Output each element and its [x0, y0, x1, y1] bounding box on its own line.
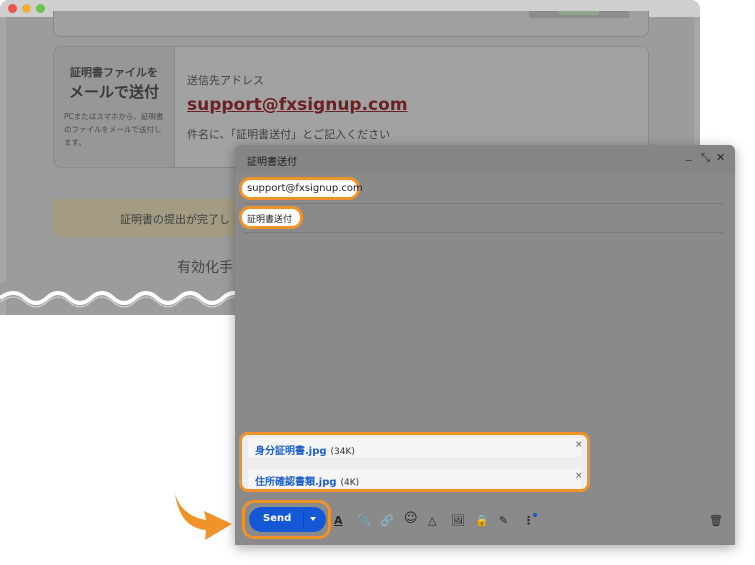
recipient-chip[interactable]: support@fxsignup.com: [247, 183, 363, 194]
certificate-method-panel: 証明書ファイルを メールで送付 PCまたはスマホから、証明書のファイルをメールで…: [54, 47, 175, 167]
subject-field[interactable]: 証明書送付: [239, 206, 303, 229]
close-icon[interactable]: ✕: [716, 152, 725, 164]
banner-text: 証明書の提出が完了し: [120, 213, 230, 226]
compose-header: 証明書送付 _ ⤡ ✕: [235, 145, 735, 173]
to-field[interactable]: support@fxsignup.com: [239, 177, 363, 200]
drive-icon[interactable]: △: [428, 515, 436, 527]
more-options-icon[interactable]: ⋮: [523, 515, 534, 527]
subject-field-divider: [245, 232, 723, 233]
attachment-item[interactable]: 身分証明書.jpg (34K) ×: [248, 438, 583, 457]
send-highlight: Send: [242, 500, 331, 539]
compose-window: 証明書送付 _ ⤡ ✕ support@fxsignup.com 証明書送付 身…: [235, 145, 735, 545]
method-description: PCまたはスマホから、証明書のファイルをメールで送付します。: [64, 112, 164, 147]
subject-text: 証明書送付: [247, 215, 293, 225]
attach-file-icon[interactable]: 📎: [357, 515, 371, 527]
attachment-link[interactable]: 身分証明書.jpg (34K): [255, 442, 355, 457]
subject-instruction: 件名に、「証明書送付」とご記入ください: [187, 128, 391, 141]
method-title: 証明書ファイルを: [70, 66, 158, 79]
signature-icon[interactable]: ✎: [499, 515, 508, 527]
expand-icon[interactable]: ⤡: [701, 152, 710, 164]
torn-edge-decoration: [0, 282, 245, 308]
previous-section-box: [53, 11, 649, 37]
destination-label: 送信先アドレス: [187, 74, 264, 87]
minimize-icon[interactable]: _: [686, 149, 692, 161]
send-button[interactable]: Send: [249, 507, 326, 532]
attachment-size: (34K): [330, 447, 355, 457]
method-heading: メールで送付: [68, 83, 159, 101]
insert-photo-icon[interactable]: 🖼: [451, 515, 465, 527]
attachment-link[interactable]: 住所確認書類.jpg (4K): [255, 473, 359, 488]
remove-attachment-icon[interactable]: ×: [575, 471, 583, 481]
compose-title: 証明書送付: [247, 157, 297, 168]
attachment-item[interactable]: 住所確認書類.jpg (4K) ×: [248, 469, 583, 488]
send-options-icon[interactable]: [310, 517, 316, 521]
to-field-divider: [245, 203, 723, 204]
previous-section-image: [529, 11, 629, 18]
pointer-arrow-icon: [175, 494, 232, 540]
attachment-size: (4K): [340, 478, 360, 488]
minimize-window-icon[interactable]: [22, 4, 31, 13]
remove-attachment-icon[interactable]: ×: [575, 440, 583, 450]
notification-dot: [533, 513, 537, 517]
emoji-icon[interactable]: ☺: [404, 512, 418, 525]
activation-heading: 有効化手: [177, 260, 233, 276]
close-window-icon[interactable]: [8, 4, 17, 13]
support-email-link[interactable]: support@fxsignup.com: [187, 95, 408, 115]
attachments-area: 身分証明書.jpg (34K) × 住所確認書類.jpg (4K) ×: [239, 432, 590, 492]
zoom-window-icon[interactable]: [36, 4, 45, 13]
formatting-icon[interactable]: A: [334, 515, 343, 527]
insert-link-icon[interactable]: 🔗: [380, 515, 394, 527]
discard-draft-icon[interactable]: 🗑: [709, 515, 723, 527]
send-label: Send: [263, 513, 292, 524]
confidential-mode-icon[interactable]: 🔒: [475, 515, 489, 527]
